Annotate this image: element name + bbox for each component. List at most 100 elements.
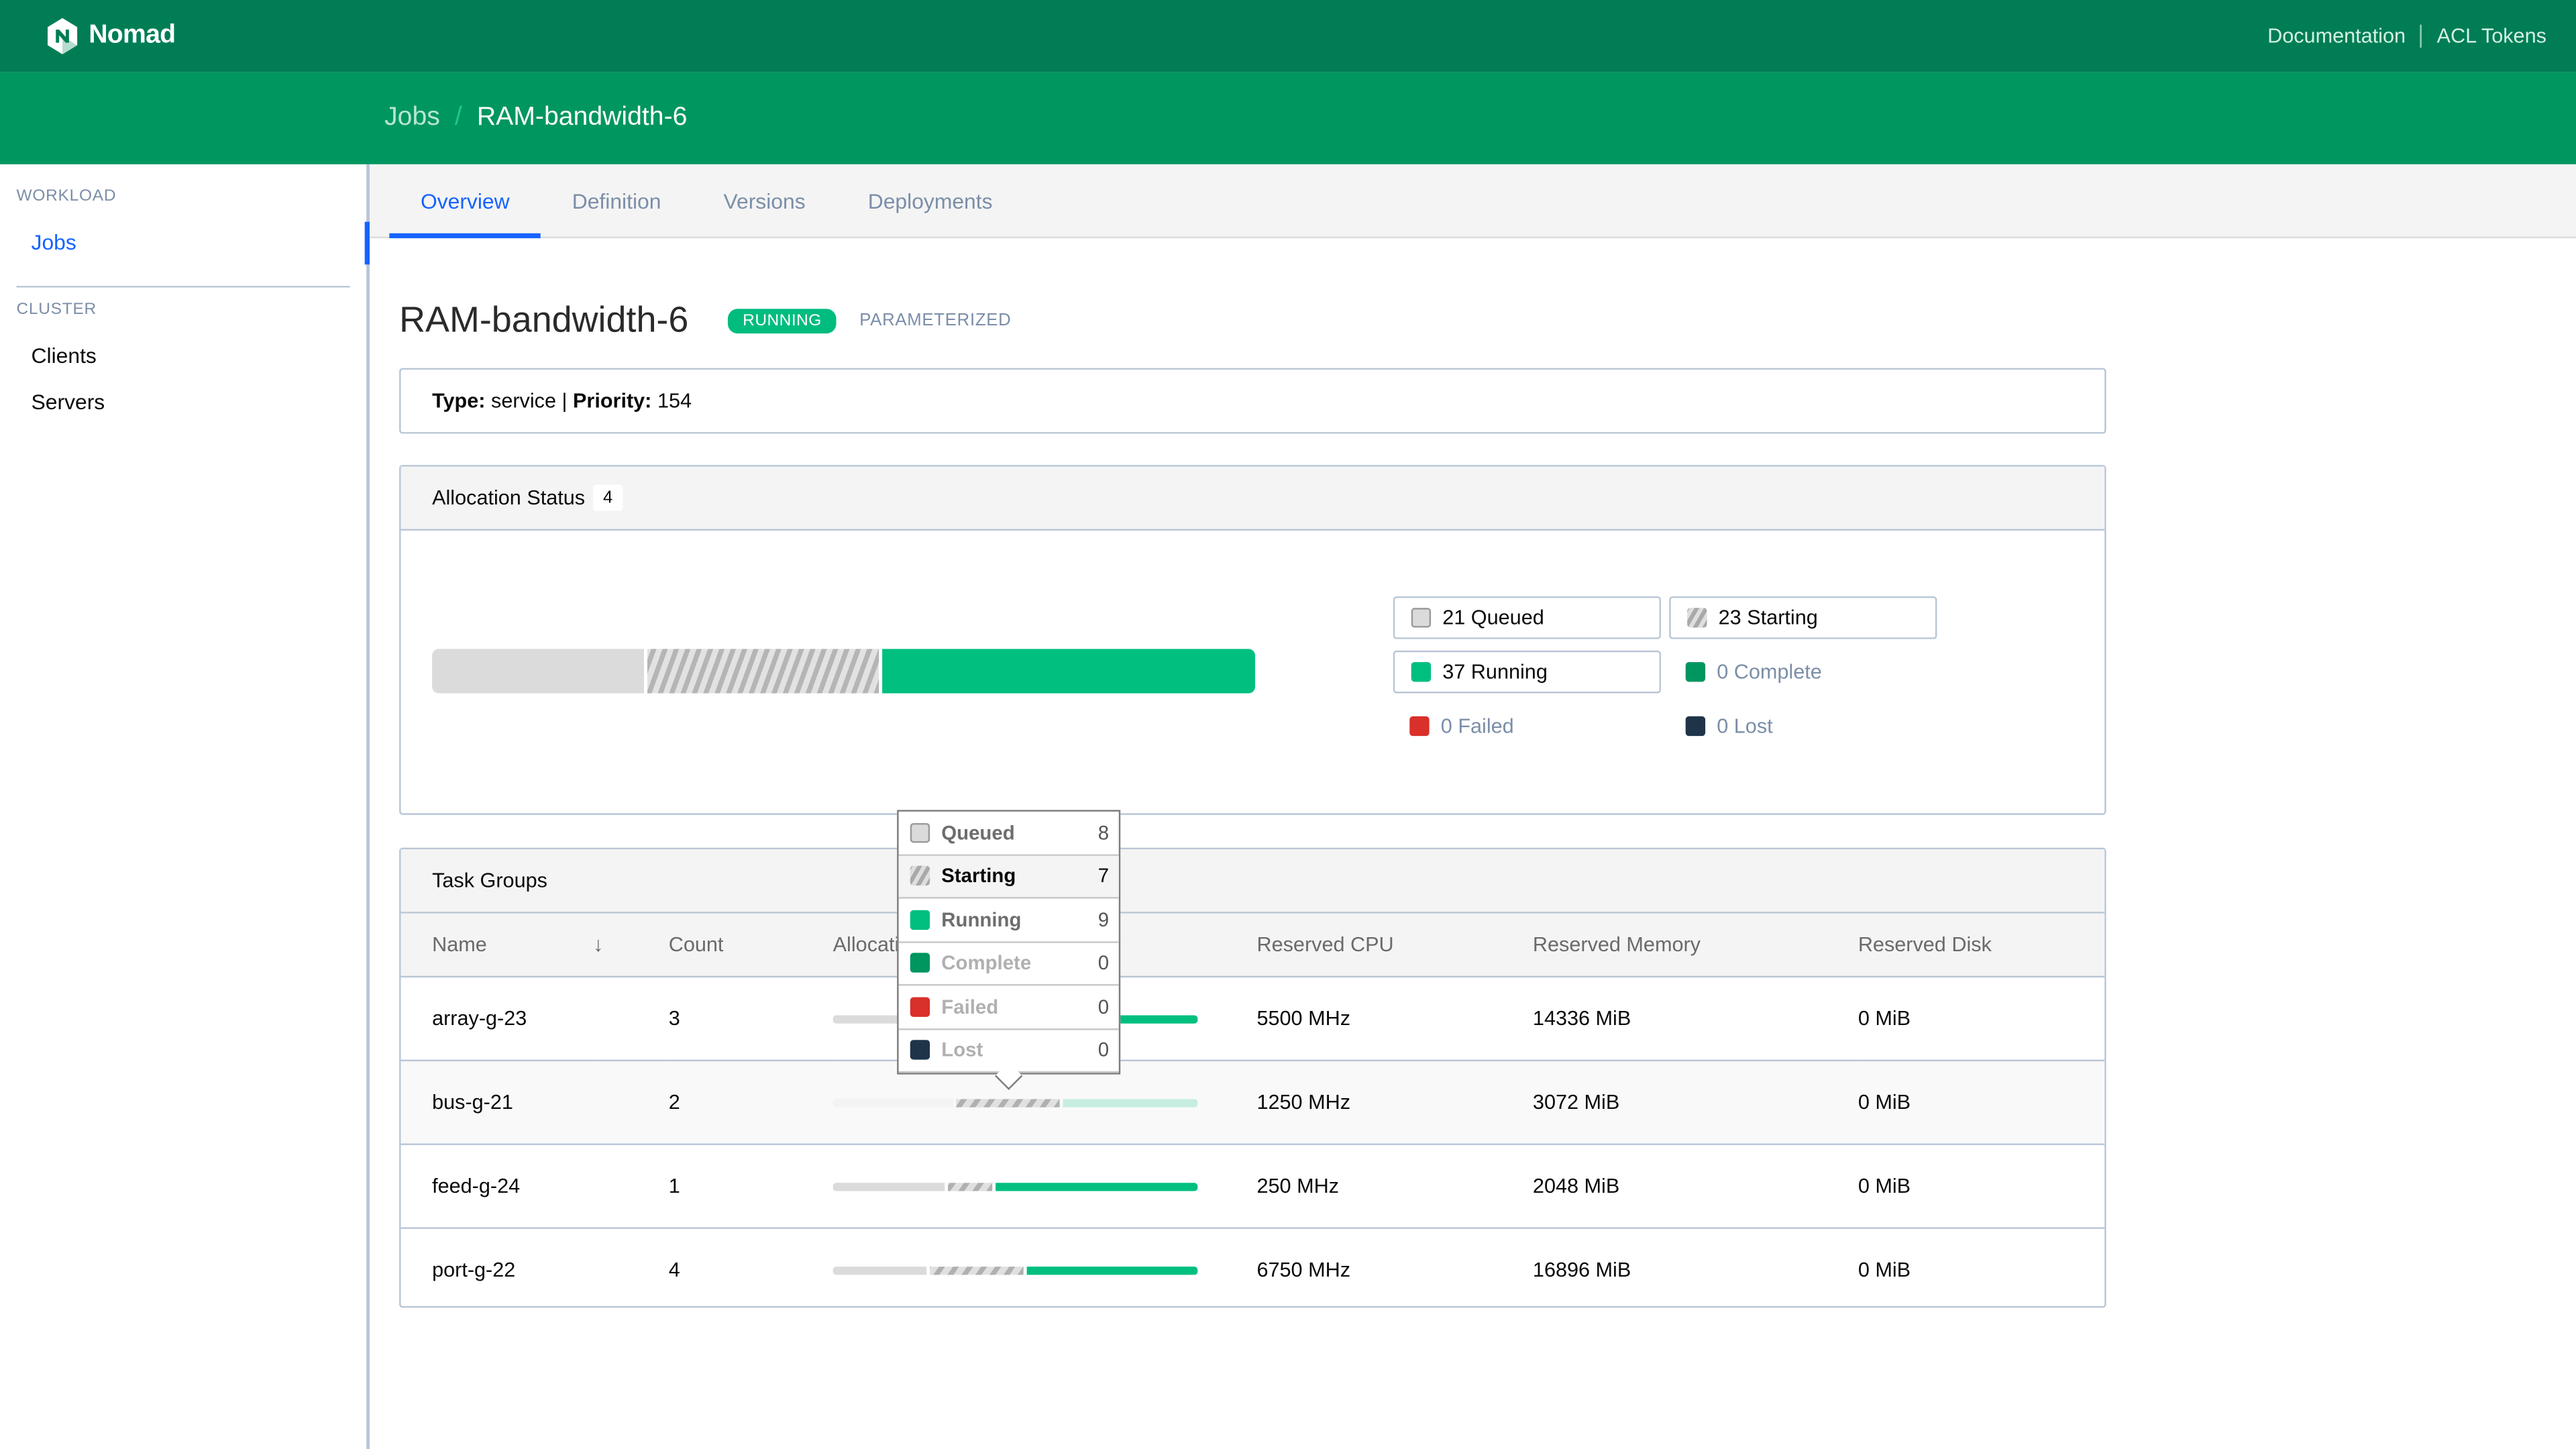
legend-count: 21 bbox=[1442, 606, 1466, 629]
mini-bar-segment-queued[interactable] bbox=[833, 1182, 945, 1191]
breadcrumb-separator: / bbox=[454, 103, 462, 131]
nomad-logo-icon bbox=[48, 17, 78, 54]
legend-count: 0 bbox=[1717, 714, 1729, 738]
acl-tokens-link[interactable]: ACL Tokens bbox=[2437, 25, 2546, 48]
reserved-disk: 0 MiB bbox=[1858, 976, 2105, 1062]
task-groups-panel: Task Groups Name ↓ Count Allocation Stat… bbox=[399, 847, 2106, 1311]
tooltip-row-queued: Queued 8 bbox=[898, 812, 1119, 855]
reserved-cpu: 5500 MHz bbox=[1256, 976, 1533, 1062]
priority-label: Priority: bbox=[573, 389, 652, 413]
bar-segment-running[interactable] bbox=[882, 649, 1256, 694]
lost-swatch-icon bbox=[1685, 716, 1706, 737]
tooltip-label: Starting bbox=[941, 864, 1016, 888]
tooltip-row-complete: Complete 0 bbox=[898, 943, 1119, 986]
job-type-tag: PARAMETERIZED bbox=[859, 310, 1012, 331]
brand-name: Nomad bbox=[89, 21, 176, 50]
tab-definition[interactable]: Definition bbox=[541, 164, 692, 237]
mini-bar-segment-running[interactable] bbox=[996, 1182, 1198, 1191]
task-groups-table: Name ↓ Count Allocation Status Reserved … bbox=[400, 913, 2105, 1311]
mini-bar-segment-running[interactable] bbox=[1063, 1098, 1198, 1107]
tooltip-value: 0 bbox=[1097, 951, 1110, 975]
running-swatch-icon bbox=[1411, 661, 1432, 682]
queued-swatch-icon bbox=[1411, 608, 1432, 628]
task-groups-title: Task Groups bbox=[432, 869, 547, 892]
task-group-name[interactable]: port-g-22 bbox=[401, 1228, 594, 1311]
nav-divider bbox=[2420, 24, 2422, 48]
table-row[interactable]: array-g-23 3 5500 MHz 14336 MiB 0 MiB bbox=[400, 976, 2105, 1062]
task-group-name[interactable]: feed-g-24 bbox=[400, 1144, 594, 1229]
type-value: service bbox=[491, 389, 556, 413]
top-nav: Nomad Documentation ACL Tokens bbox=[0, 0, 2576, 72]
task-groups-header: Task Groups bbox=[400, 849, 2105, 914]
column-reserved-cpu[interactable]: Reserved CPU bbox=[1256, 913, 1533, 978]
tooltip-label: Lost bbox=[941, 1038, 983, 1062]
legend-label: Complete bbox=[1733, 660, 1822, 684]
mini-bar-segment-queued[interactable] bbox=[833, 1265, 926, 1275]
breadcrumb: Jobs / RAM-bandwidth-6 bbox=[0, 72, 2576, 164]
priority-value: 154 bbox=[657, 389, 692, 413]
mini-bar-segment-starting[interactable] bbox=[955, 1098, 1061, 1107]
reserved-cpu: 6750 MHz bbox=[1256, 1258, 1351, 1282]
table-row[interactable]: bus-g-21 2 1250 MHz 3072 MiB 0 MiB bbox=[400, 1060, 2105, 1145]
sidebar-active-indicator bbox=[364, 221, 370, 265]
task-group-name[interactable]: bus-g-21 bbox=[400, 1060, 594, 1145]
mini-bar-segment-queued[interactable] bbox=[833, 1014, 905, 1023]
complete-swatch-icon bbox=[910, 953, 930, 973]
lost-swatch-icon bbox=[910, 1040, 930, 1061]
bar-segment-starting[interactable] bbox=[647, 649, 879, 694]
tooltip-row-failed: Failed 0 bbox=[898, 985, 1119, 1030]
task-group-count: 3 bbox=[668, 976, 833, 1062]
legend-label: Starting bbox=[1747, 606, 1818, 629]
tooltip-value: 9 bbox=[1097, 908, 1110, 931]
legend-item-running[interactable]: 37 Running bbox=[1393, 650, 1661, 694]
table-row[interactable]: feed-g-24 1 250 MHz 2048 MiB 0 MiB bbox=[400, 1144, 2105, 1229]
documentation-link[interactable]: Documentation bbox=[2267, 25, 2406, 48]
tab-overview[interactable]: Overview bbox=[389, 164, 541, 239]
task-group-allocation-bar[interactable] bbox=[833, 1098, 1198, 1107]
tooltip-label: Failed bbox=[941, 995, 999, 1018]
sidebar-item-clients[interactable]: Clients bbox=[0, 343, 97, 368]
column-count[interactable]: Count bbox=[668, 913, 833, 978]
task-group-name[interactable]: array-g-23 bbox=[400, 976, 594, 1062]
allocation-legend: 21 Queued 23 Starting 37 Running 0 Complete… bbox=[1393, 596, 1952, 747]
reserved-memory: 14336 MiB bbox=[1532, 976, 1858, 1062]
reserved-disk: 0 MiB bbox=[1858, 1060, 2105, 1145]
mini-bar-segment-running[interactable] bbox=[1026, 1265, 1198, 1275]
column-name[interactable]: Name bbox=[400, 913, 594, 978]
mini-bar-segment-starting[interactable] bbox=[929, 1265, 1024, 1275]
legend-item-complete: 0 Complete bbox=[1669, 651, 1937, 694]
tooltip-row-running: Running 9 bbox=[898, 899, 1119, 943]
mini-bar-segment-starting[interactable] bbox=[948, 1182, 994, 1191]
allocation-status-bar[interactable] bbox=[432, 649, 1256, 694]
legend-item-starting[interactable]: 23 Starting bbox=[1669, 596, 1937, 639]
failed-swatch-icon bbox=[910, 996, 930, 1017]
tab-deployments[interactable]: Deployments bbox=[837, 164, 1024, 237]
legend-label: Running bbox=[1470, 660, 1548, 684]
task-group-allocation-bar[interactable] bbox=[833, 1182, 1198, 1191]
job-meta: Type: service | Priority: 154 bbox=[399, 368, 2106, 434]
sidebar-item-servers[interactable]: Servers bbox=[0, 389, 105, 414]
legend-label: Failed bbox=[1458, 714, 1514, 738]
legend-item-queued[interactable]: 21 Queued bbox=[1393, 596, 1661, 639]
reserved-memory: 2048 MiB bbox=[1532, 1144, 1858, 1229]
task-group-count: 1 bbox=[668, 1144, 833, 1229]
job-tabs: Overview Definition Versions Deployments bbox=[370, 164, 2576, 239]
tab-versions[interactable]: Versions bbox=[692, 164, 837, 237]
reserved-memory: 3072 MiB bbox=[1532, 1060, 1858, 1145]
breadcrumb-jobs-link[interactable]: Jobs bbox=[384, 103, 440, 133]
brand-logo-link[interactable]: Nomad bbox=[46, 17, 176, 54]
column-reserved-memory[interactable]: Reserved Memory bbox=[1532, 913, 1858, 978]
sidebar-item-jobs[interactable]: Jobs bbox=[0, 230, 76, 255]
tooltip-value: 0 bbox=[1097, 1038, 1110, 1062]
sort-desc-icon[interactable]: ↓ bbox=[593, 913, 669, 978]
column-reserved-disk[interactable]: Reserved Disk bbox=[1858, 913, 2105, 978]
status-badge: RUNNING bbox=[728, 308, 837, 333]
bar-segment-queued[interactable] bbox=[432, 649, 644, 694]
tooltip-value: 7 bbox=[1097, 864, 1110, 888]
sidebar-divider bbox=[16, 286, 350, 288]
table-row[interactable]: port-g-22 4 6750 MHz 16896 MiB 0 MiB bbox=[401, 1228, 2105, 1311]
task-group-allocation-bar[interactable] bbox=[833, 1265, 1198, 1275]
type-label: Type: bbox=[432, 389, 486, 413]
meta-separator: | bbox=[561, 389, 568, 413]
mini-bar-segment-queued[interactable] bbox=[833, 1098, 953, 1107]
